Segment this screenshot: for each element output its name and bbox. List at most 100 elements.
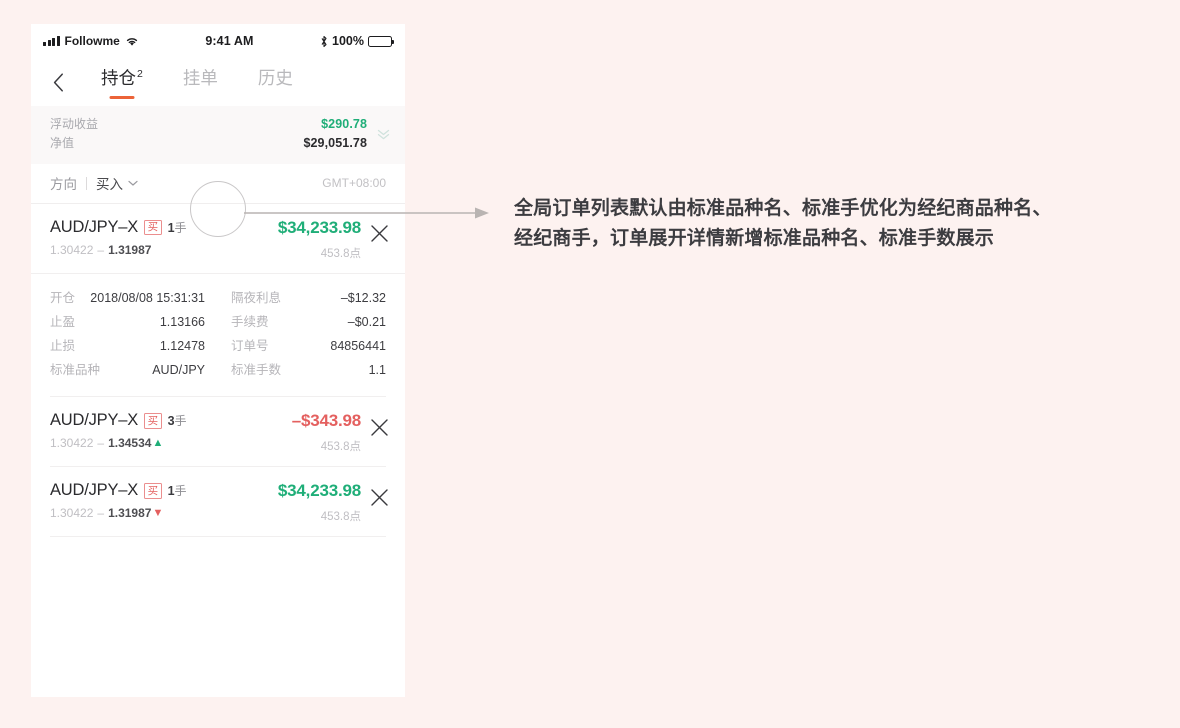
order-symbol: AUD/JPY–X	[50, 481, 139, 500]
tab-active-indicator	[109, 96, 135, 99]
order-main: AUD/JPY–X 买 1手 1.30422–1.31987 ▼	[50, 481, 239, 520]
order-detail-label: 止盈	[50, 314, 76, 329]
order-price-dash: –	[97, 242, 105, 257]
order-lots: 1手	[168, 219, 187, 236]
order-detail-panel: 开仓 2018/08/08 15:31:31 隔夜利息 –$12.32 止盈 1.1316…	[31, 272, 405, 397]
order-detail-value: AUD/JPY	[152, 363, 205, 378]
direction-filter-value-text: 买入	[96, 177, 123, 193]
order-detail-label: 标准品种	[50, 363, 101, 378]
close-x-icon[interactable]	[367, 222, 391, 246]
order-lots-unit: 手	[174, 484, 187, 499]
double-chevron-down-icon[interactable]	[375, 129, 391, 140]
order-detail-value: –$12.32	[340, 290, 386, 305]
order-side-badge: 买	[144, 219, 162, 235]
status-bar-left: Followme	[43, 34, 139, 48]
trend-down-icon: ▼	[152, 507, 164, 520]
order-symbol: AUD/JPY–X	[50, 411, 139, 430]
order-pnl: $34,233.98	[277, 481, 361, 501]
floating-pnl-value: $290.78	[321, 117, 367, 131]
floating-pnl-label: 浮动收益	[50, 117, 99, 131]
tab-bar: 持仓2 挂单 历史	[101, 65, 293, 99]
order-price-line: 1.30422–1.31987 ▼	[50, 506, 239, 520]
trend-up-icon: ▲	[152, 437, 164, 450]
back-chevron-icon[interactable]	[45, 69, 71, 95]
order-detail-field: 开仓 2018/08/08 15:31:31	[50, 287, 205, 310]
order-detail-value: 84856441	[330, 339, 386, 353]
filter-bar: 方向 买入 GMT+08:00	[31, 163, 405, 204]
account-summary[interactable]: 浮动收益 $290.78 净值 $29,051.78	[31, 106, 405, 164]
order-side-badge: 买	[144, 483, 162, 499]
status-bar: Followme 9:41 AM 100%	[31, 24, 405, 58]
order-detail-grid: 开仓 2018/08/08 15:31:31 隔夜利息 –$12.32 止盈 1.1316…	[50, 278, 386, 383]
order-pnl: –$343.98	[291, 411, 362, 431]
order-price-line: 1.30422–1.34534 ▲	[50, 436, 239, 450]
tab-positions-label: 持仓	[101, 68, 136, 88]
direction-filter-value[interactable]: 买入	[96, 173, 138, 193]
equity-label: 净值	[50, 136, 75, 151]
tab-pending-orders-label: 挂单	[182, 68, 218, 88]
order-detail-value: 1.12478	[159, 339, 205, 353]
order-detail-field: 手续费 –$0.21	[231, 311, 386, 334]
order-price-line: 1.30422–1.31987	[50, 243, 239, 257]
order-detail-value: –$0.21	[347, 314, 386, 329]
status-bar-right: 100%	[320, 34, 394, 48]
filter-separator	[86, 176, 87, 190]
order-row[interactable]: AUD/JPY–X 买 1手 1.30422–1.31987 ▼ $34,233.98 45…	[31, 467, 405, 536]
order-right: –$343.98 453.8点	[239, 411, 362, 454]
carrier-label: Followme	[64, 34, 120, 48]
navigation-bar: 持仓2 挂单 历史	[31, 58, 405, 106]
order-detail-label: 手续费	[231, 314, 269, 329]
order-pips: 453.8点	[320, 511, 361, 524]
order-detail-field: 订单号 84856441	[231, 335, 386, 358]
direction-filter[interactable]: 方向 买入	[50, 173, 138, 193]
order-detail-value: 2018/08/08 15:31:31	[90, 290, 205, 305]
order-side-badge: 买	[144, 413, 162, 429]
order-open-price: 1.30422	[50, 506, 94, 521]
order-row[interactable]: AUD/JPY–X 买 1手 1.30422–1.31987 $34,233.98 453…	[31, 204, 405, 273]
bluetooth-icon	[320, 35, 328, 48]
order-main: AUD/JPY–X 买 1手 1.30422–1.31987	[50, 218, 239, 257]
equity-row: 净值 $29,051.78	[50, 134, 367, 153]
order-detail-label: 开仓	[50, 290, 76, 305]
equity-value: $29,051.78	[303, 136, 367, 151]
order-symbol-line: AUD/JPY–X 买 3手	[50, 411, 239, 430]
order-right: $34,233.98 453.8点	[239, 218, 361, 261]
order-detail-value: 1.13166	[159, 314, 205, 329]
order-detail-label: 订单号	[231, 339, 269, 353]
order-detail-label: 隔夜利息	[231, 290, 282, 305]
order-lots-unit: 手	[174, 220, 187, 235]
order-lots: 3手	[168, 412, 187, 429]
signal-bars-icon	[43, 36, 60, 46]
tab-positions[interactable]: 持仓2	[101, 65, 143, 99]
row-divider	[50, 536, 386, 538]
close-x-icon[interactable]	[367, 485, 391, 509]
order-lots: 1手	[168, 482, 187, 499]
order-row[interactable]: AUD/JPY–X 买 3手 1.30422–1.34534 ▲ –$343.98 453.…	[31, 397, 405, 466]
floating-pnl-row: 浮动收益 $290.78	[50, 115, 367, 134]
order-detail-field: 标准品种 AUD/JPY	[50, 359, 205, 382]
battery-full-icon	[368, 35, 394, 47]
timezone-label: GMT+08:00	[322, 176, 386, 191]
order-detail-field: 止盈 1.13166	[50, 311, 205, 334]
order-symbol-line: AUD/JPY–X 买 1手	[50, 481, 239, 500]
order-lots-number: 1	[167, 484, 175, 499]
tab-history[interactable]: 历史	[258, 65, 293, 99]
close-x-icon[interactable]	[367, 415, 391, 439]
order-list: AUD/JPY–X 买 1手 1.30422–1.31987 $34,233.98 453…	[31, 203, 405, 538]
order-close-price: 1.34534	[108, 436, 152, 451]
wifi-icon	[125, 36, 139, 47]
tab-pending-orders[interactable]: 挂单	[183, 65, 218, 99]
chevron-down-icon	[128, 180, 138, 187]
direction-filter-label: 方向	[50, 177, 77, 193]
order-detail-field: 隔夜利息 –$12.32	[231, 287, 386, 310]
order-right: $34,233.98 453.8点	[239, 481, 361, 524]
order-close-price: 1.31987	[108, 506, 152, 521]
order-pnl: $34,233.98	[277, 217, 361, 237]
order-lots-unit: 手	[174, 414, 187, 429]
account-summary-rows: 浮动收益 $290.78 净值 $29,051.78	[50, 115, 367, 154]
order-open-price: 1.30422	[50, 242, 94, 257]
battery-percent-label: 100%	[332, 34, 364, 48]
order-detail-field: 标准手数 1.1	[231, 359, 386, 382]
order-lots-number: 3	[167, 414, 175, 429]
order-close-price: 1.31987	[108, 242, 152, 257]
